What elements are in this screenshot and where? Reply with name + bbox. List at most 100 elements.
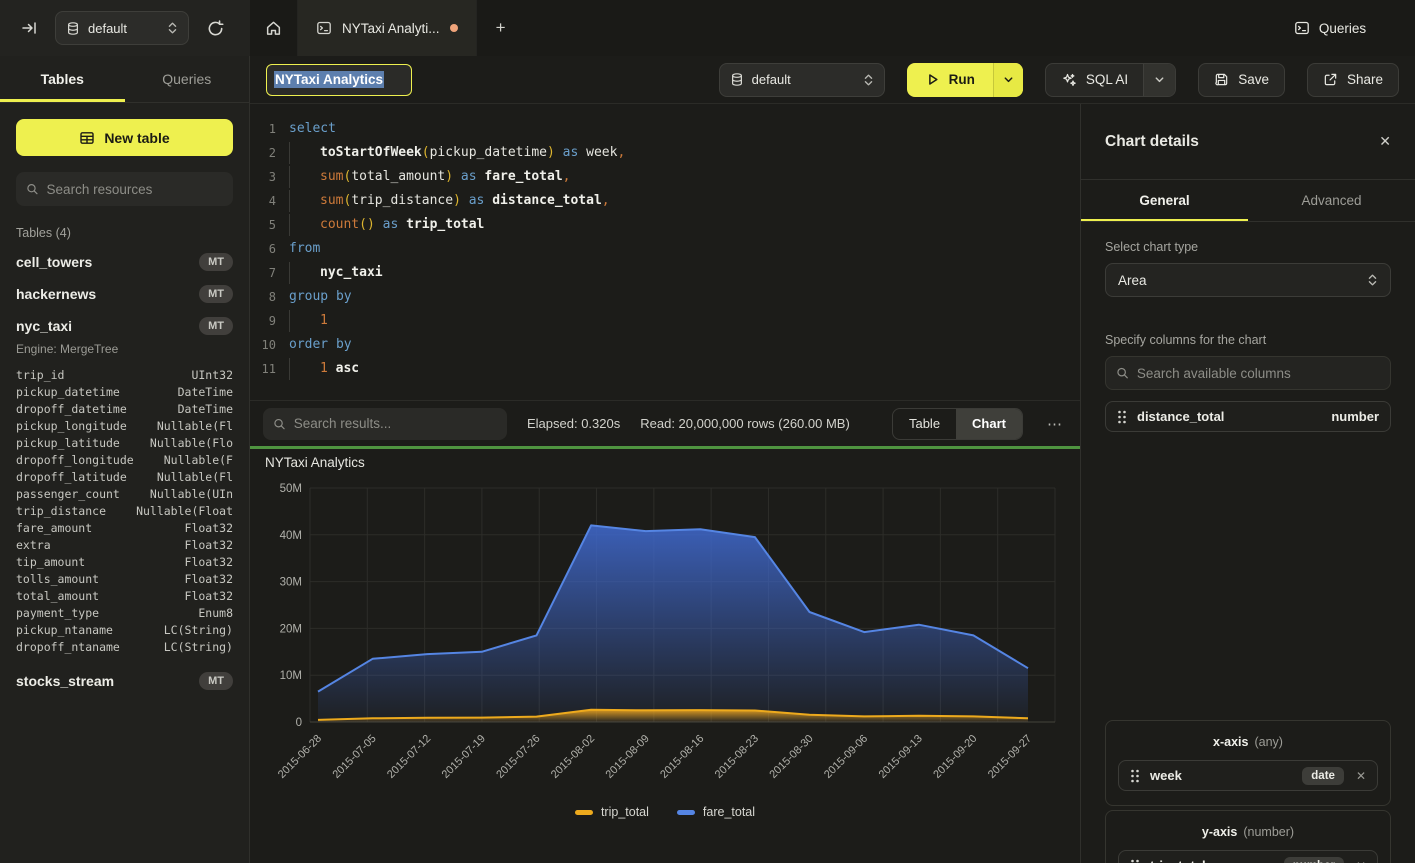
- queries-button[interactable]: Queries: [1294, 20, 1366, 36]
- y-tick-label: 20M: [280, 623, 302, 635]
- chart-type-select[interactable]: Area: [1105, 263, 1391, 297]
- query-database-selector[interactable]: default: [719, 63, 885, 97]
- home-icon: [265, 20, 282, 37]
- line-number: 10: [250, 333, 276, 357]
- sparkles-icon: [1061, 72, 1077, 88]
- legend-item-fare_total[interactable]: fare_total: [677, 805, 755, 819]
- new-tab-button[interactable]: +: [477, 0, 525, 56]
- sidebar-tab-tables[interactable]: Tables: [0, 56, 125, 102]
- chart-area[interactable]: NYTaxi Analytics 010M20M30M40M50M2015-06…: [250, 449, 1080, 860]
- column-type: Nullable(Fl: [157, 470, 233, 484]
- drag-handle-icon: [1130, 859, 1140, 863]
- code-line: 91: [250, 309, 1080, 333]
- line-number: 7: [250, 261, 276, 285]
- column-name: total_amount: [16, 589, 99, 603]
- indent-guide: [289, 358, 320, 380]
- columns-search-input[interactable]: [1137, 366, 1380, 381]
- database-selector-value: default: [88, 21, 159, 36]
- query-header: NYTaxi Analytics default Run SQL AI: [250, 56, 1415, 104]
- query-title-input[interactable]: NYTaxi Analytics: [266, 64, 412, 96]
- y-tick-label: 40M: [280, 530, 302, 542]
- column-type: Float32: [185, 538, 233, 552]
- play-icon: [925, 72, 940, 87]
- chart-details-panel: Chart details ✕ GeneralAdvanced Select c…: [1080, 104, 1415, 863]
- column-item: tolls_amountFloat32: [0, 570, 249, 587]
- x-tick-label: 2015-06-28: [276, 733, 324, 781]
- view-toggle-table[interactable]: Table: [893, 409, 956, 439]
- results-search-input[interactable]: [294, 416, 497, 431]
- remove-column-icon[interactable]: ✕: [1356, 859, 1366, 863]
- column-item: pickup_latitudeNullable(Flo: [0, 434, 249, 451]
- database-selector[interactable]: default: [55, 11, 189, 45]
- topbar-left: default: [0, 0, 250, 56]
- query-tab-label: NYTaxi Analyti...: [342, 21, 440, 36]
- column-name: tip_amount: [16, 555, 85, 569]
- sql-ai-button[interactable]: SQL AI: [1046, 64, 1143, 96]
- code-line: 3sum(total_amount) as fare_total,: [250, 165, 1080, 189]
- panel-tabs: GeneralAdvanced: [1081, 180, 1415, 222]
- x-tick-label: 2015-08-09: [604, 733, 652, 781]
- x-tick-label: 2015-09-27: [986, 733, 1034, 781]
- column-type: Nullable(Float: [136, 504, 233, 518]
- home-tab[interactable]: [250, 0, 298, 56]
- chevron-down-icon: [1154, 74, 1165, 85]
- refresh-icon[interactable]: [202, 15, 228, 41]
- panel-tab-general[interactable]: General: [1081, 180, 1248, 221]
- panel-tab-advanced[interactable]: Advanced: [1248, 180, 1415, 221]
- collapse-sidebar-icon[interactable]: [16, 15, 42, 41]
- more-options-button[interactable]: ⋯: [1043, 415, 1067, 433]
- share-button[interactable]: Share: [1307, 63, 1399, 97]
- database-icon: [730, 72, 744, 87]
- column-type: Float32: [185, 572, 233, 586]
- y-axis-column-chip[interactable]: trip_totalnumber✕: [1118, 850, 1378, 863]
- indent-guide: [289, 214, 320, 236]
- column-item: dropoff_datetimeDateTime: [0, 400, 249, 417]
- sidebar-search[interactable]: [16, 172, 233, 206]
- column-item: pickup_ntanameLC(String): [0, 621, 249, 638]
- code-line: 8group by: [250, 285, 1080, 309]
- sidebar-search-input[interactable]: [47, 182, 223, 197]
- sidebar-tab-queries[interactable]: Queries: [125, 56, 250, 102]
- y-axis-items: trip_totalnumber✕fare_totalnumber✕: [1118, 850, 1378, 863]
- indent-guide: [289, 142, 320, 164]
- area-chart[interactable]: 010M20M30M40M50M2015-06-282015-07-052015…: [250, 449, 1080, 860]
- share-button-label: Share: [1347, 72, 1383, 87]
- sql-editor[interactable]: 1select2toStartOfWeek(pickup_datetime) a…: [250, 104, 1080, 400]
- line-number: 8: [250, 285, 276, 309]
- remove-column-icon[interactable]: ✕: [1356, 769, 1366, 783]
- x-axis-column-chip[interactable]: weekdate✕: [1118, 760, 1378, 791]
- x-tick-label: 2015-08-02: [549, 733, 597, 781]
- new-table-button[interactable]: New table: [16, 119, 233, 156]
- column-item: pickup_datetimeDateTime: [0, 383, 249, 400]
- x-tick-label: 2015-07-19: [440, 733, 488, 781]
- table-item[interactable]: nyc_taxiMT: [0, 310, 249, 342]
- sql-ai-label: SQL AI: [1086, 72, 1128, 87]
- legend-item-trip_total[interactable]: trip_total: [575, 805, 649, 819]
- query-tab[interactable]: NYTaxi Analyti...: [298, 0, 477, 56]
- chevron-updown-icon: [863, 73, 874, 87]
- available-column-chip[interactable]: distance_totalnumber: [1105, 401, 1391, 432]
- column-name: trip_distance: [16, 504, 106, 518]
- query-database-value: default: [752, 72, 855, 87]
- line-number: 2: [250, 141, 276, 165]
- table-item[interactable]: hackernewsMT: [0, 278, 249, 310]
- drag-handle-icon: [1117, 410, 1127, 424]
- close-icon[interactable]: ✕: [1379, 133, 1391, 150]
- save-button[interactable]: Save: [1198, 63, 1285, 97]
- column-name: pickup_longitude: [16, 419, 127, 433]
- x-tick-label: 2015-09-06: [822, 733, 870, 781]
- table-name: stocks_stream: [16, 673, 114, 689]
- x-tick-label: 2015-07-12: [385, 733, 433, 781]
- terminal-icon: [316, 20, 332, 36]
- share-icon: [1323, 72, 1338, 87]
- results-search[interactable]: [263, 408, 507, 440]
- sql-ai-options-button[interactable]: [1143, 64, 1175, 96]
- table-item[interactable]: cell_towersMT: [0, 246, 249, 278]
- run-options-button[interactable]: [993, 63, 1023, 97]
- table-name: hackernews: [16, 286, 96, 302]
- columns-search[interactable]: [1105, 356, 1391, 390]
- run-button[interactable]: Run: [907, 63, 993, 97]
- table-item[interactable]: stocks_streamMT: [0, 665, 249, 697]
- view-toggle-chart[interactable]: Chart: [956, 409, 1022, 439]
- column-chip-name: distance_total: [1137, 409, 1321, 424]
